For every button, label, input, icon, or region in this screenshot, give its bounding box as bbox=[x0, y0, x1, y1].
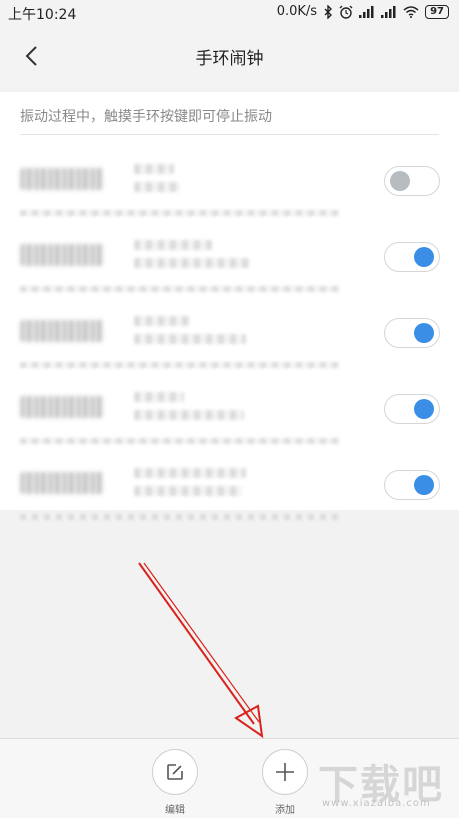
alarm-item[interactable] bbox=[0, 142, 459, 218]
alarm-item[interactable] bbox=[0, 446, 459, 522]
alarm-toggle[interactable] bbox=[384, 470, 440, 500]
alarm-clock-icon bbox=[339, 5, 353, 19]
alarm-item[interactable] bbox=[0, 370, 459, 446]
toggle-knob bbox=[414, 323, 434, 343]
plus-icon bbox=[276, 763, 294, 781]
alarm-description-blurred bbox=[134, 464, 254, 502]
alarm-description-blurred bbox=[134, 312, 254, 350]
alarm-description-blurred bbox=[134, 160, 254, 198]
toggle-knob bbox=[414, 247, 434, 267]
toggle-knob bbox=[414, 399, 434, 419]
divider bbox=[20, 438, 339, 444]
edit-button[interactable]: 编辑 bbox=[150, 749, 200, 816]
alarm-item[interactable] bbox=[0, 294, 459, 370]
battery-icon: 97 bbox=[425, 4, 449, 19]
alarm-time-blurred bbox=[20, 244, 104, 266]
network-speed: 0.0K/s bbox=[276, 4, 318, 19]
title-bar: 手环闹钟 bbox=[0, 26, 459, 86]
alarm-item[interactable] bbox=[0, 218, 459, 294]
alarm-time-blurred bbox=[20, 320, 104, 342]
alarm-toggle[interactable] bbox=[384, 242, 440, 272]
watermark-url: www.xiazaiba.com bbox=[322, 798, 431, 809]
add-label: 添加 bbox=[275, 805, 295, 816]
divider bbox=[20, 210, 339, 216]
vibration-hint: 振动过程中，触摸手环按键即可停止振动 bbox=[20, 109, 272, 125]
page-title: 手环闹钟 bbox=[195, 49, 264, 69]
divider bbox=[20, 134, 439, 135]
status-bar: 上午10:24 0.0K/s 97 bbox=[0, 0, 459, 26]
add-button[interactable]: 添加 bbox=[260, 749, 310, 816]
alarm-toggle[interactable] bbox=[384, 394, 440, 424]
wifi-icon bbox=[403, 5, 419, 18]
divider bbox=[20, 286, 339, 292]
alarm-toggle[interactable] bbox=[384, 166, 440, 196]
alarm-toggle[interactable] bbox=[384, 318, 440, 348]
divider bbox=[20, 362, 339, 368]
edit-button-circle[interactable] bbox=[152, 749, 198, 795]
signal-icon bbox=[381, 5, 396, 18]
add-button-circle[interactable] bbox=[262, 749, 308, 795]
signal-icon bbox=[359, 5, 374, 18]
alarm-time-blurred bbox=[20, 168, 104, 190]
edit-icon bbox=[167, 764, 183, 780]
toggle-knob bbox=[390, 171, 410, 191]
status-time: 上午10:24 bbox=[8, 7, 77, 23]
alarm-list-panel: 振动过程中，触摸手环按键即可停止振动 bbox=[0, 92, 459, 520]
alarm-time-blurred bbox=[20, 396, 104, 418]
bluetooth-icon bbox=[324, 4, 333, 19]
alarm-description-blurred bbox=[134, 388, 254, 426]
divider bbox=[20, 514, 339, 520]
toggle-knob bbox=[414, 475, 434, 495]
status-icons: 0.0K/s 97 bbox=[277, 4, 449, 19]
alarm-time-blurred bbox=[20, 472, 104, 494]
watermark-logo: 下载吧 www.xiazaiba.com bbox=[318, 752, 448, 812]
alarm-description-blurred bbox=[134, 236, 254, 274]
edit-label: 编辑 bbox=[165, 805, 185, 816]
